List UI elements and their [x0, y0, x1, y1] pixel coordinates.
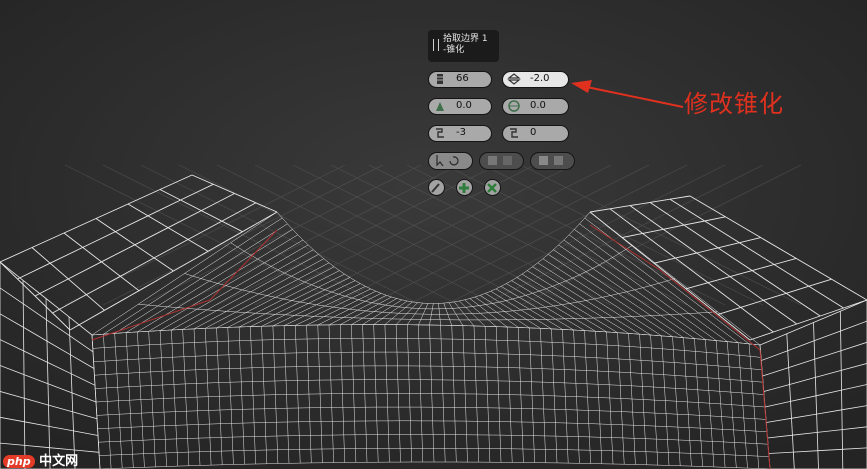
- ok-icon: [431, 183, 440, 193]
- caddy-title[interactable]: 拾取边界 1 -锥化: [428, 30, 499, 62]
- tension-field[interactable]: 0.0: [428, 98, 492, 115]
- cancel-icon: [487, 183, 497, 193]
- ok-button[interactable]: [428, 179, 445, 196]
- twist-field[interactable]: 0.0: [502, 98, 569, 115]
- segments-field[interactable]: 66: [428, 71, 492, 88]
- twist-icon: [508, 100, 520, 112]
- offset-b-value: 0: [530, 127, 537, 138]
- offset-b-field[interactable]: 0: [502, 125, 569, 142]
- edge-loop-icon: [488, 156, 512, 165]
- apply-button[interactable]: [456, 179, 473, 196]
- taper-field[interactable]: -2.0: [502, 71, 569, 88]
- offset-a-value: -3: [456, 127, 466, 138]
- taper-value: -2.0: [530, 73, 550, 84]
- apply-icon: [459, 183, 469, 193]
- edge-ring-button[interactable]: [530, 152, 575, 170]
- cancel-button[interactable]: [484, 179, 501, 196]
- watermark-text: 中文网: [39, 454, 79, 469]
- pick-button[interactable]: [428, 152, 473, 170]
- tension-icon: [436, 102, 444, 111]
- edge-ring-icon: [539, 156, 563, 165]
- annotation-label: 修改锥化: [684, 90, 784, 118]
- watermark-logo: php: [3, 455, 35, 468]
- offset-b-icon: [510, 128, 518, 138]
- caddy-title-line1: 拾取边界 1: [443, 34, 488, 44]
- caddy-title-line2: -锥化: [443, 45, 465, 55]
- segments-icon: [437, 74, 443, 84]
- edge-loop-button[interactable]: [479, 152, 524, 170]
- pick-icon: [436, 155, 459, 167]
- taper-icon: [507, 73, 521, 85]
- offset-a-field[interactable]: -3: [428, 125, 492, 142]
- drag-handle-icon[interactable]: [433, 39, 439, 51]
- segments-value: 66: [456, 73, 469, 84]
- offset-a-icon: [436, 128, 444, 138]
- watermark: php 中文网: [3, 450, 78, 469]
- twist-value: 0.0: [530, 100, 546, 111]
- tension-value: 0.0: [456, 100, 472, 111]
